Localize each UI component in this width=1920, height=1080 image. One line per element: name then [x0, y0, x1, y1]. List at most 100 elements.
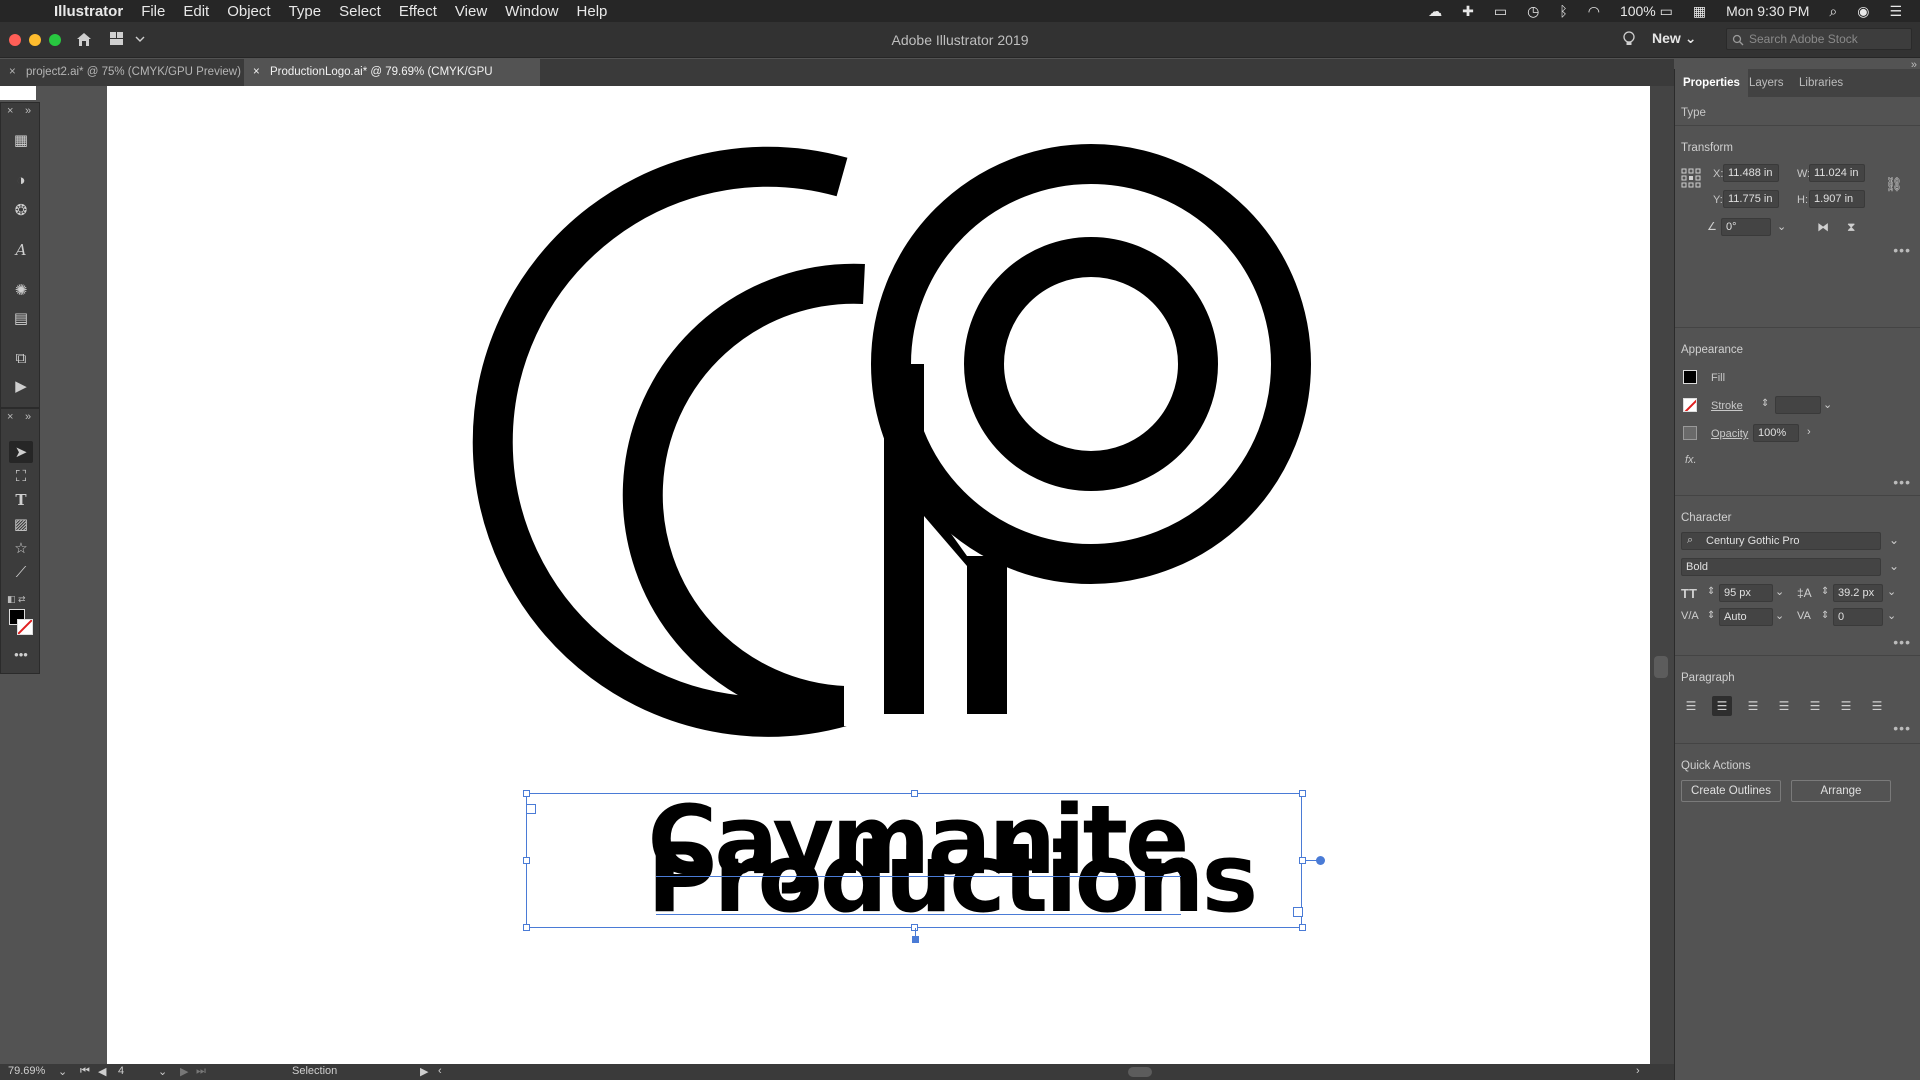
type-tool-icon[interactable]: T — [9, 489, 33, 511]
leading-stepper-icon[interactable]: ⇕ — [1821, 586, 1829, 597]
menu-file[interactable]: File — [141, 3, 165, 20]
font-family-field[interactable]: Century Gothic Pro — [1681, 532, 1881, 550]
chevron-down-icon[interactable]: ⌄ — [1889, 533, 1899, 547]
more-options-icon[interactable]: ••• — [1893, 720, 1911, 736]
align-left-icon[interactable]: ☰ — [1681, 696, 1701, 716]
scroll-right-icon[interactable]: › — [1636, 1065, 1640, 1077]
x-field[interactable]: 11.488 in — [1723, 164, 1779, 182]
constrain-proportions-icon[interactable]: ⛓ — [1885, 176, 1903, 193]
font-size-stepper-icon[interactable]: ⇕ — [1707, 586, 1715, 597]
search-adobe-stock-input[interactable]: Search Adobe Stock — [1726, 28, 1912, 50]
font-size-field[interactable]: 95 px — [1719, 584, 1773, 602]
arrange-button[interactable]: Arrange — [1791, 780, 1891, 802]
gradient-tool-icon[interactable]: ▨ — [9, 513, 33, 535]
reference-point-icon[interactable] — [1681, 168, 1701, 188]
spotlight-search-icon[interactable]: ⌕ — [1829, 3, 1837, 20]
pathfinder-icon[interactable]: ⧉ — [9, 347, 33, 369]
tracking-field[interactable]: 0 — [1833, 608, 1883, 626]
siri-icon[interactable]: ◉ — [1857, 3, 1869, 20]
opacity-label[interactable]: Opacity — [1711, 428, 1748, 440]
lightbulb-icon[interactable] — [1622, 31, 1636, 49]
character-styles-icon[interactable]: A — [9, 239, 33, 261]
resize-handle[interactable] — [523, 790, 530, 797]
chevron-down-icon[interactable]: ⌄ — [1823, 398, 1832, 411]
time-machine-icon[interactable]: ◷ — [1527, 3, 1539, 20]
wifi-icon[interactable]: ◠ — [1588, 3, 1600, 20]
justify-right-icon[interactable]: ☰ — [1836, 696, 1856, 716]
artboard-tool-icon[interactable]: ⛶ — [9, 465, 33, 487]
rotate-angle-field[interactable]: 0° — [1721, 218, 1771, 236]
stroke-swatch[interactable] — [1683, 398, 1697, 412]
creative-cloud-icon[interactable]: ☁ — [1428, 3, 1442, 20]
chevron-down-icon[interactable]: ⌄ — [1775, 609, 1784, 622]
actions-play-icon[interactable]: ▶ — [9, 375, 33, 397]
align-icon[interactable]: ▤ — [9, 307, 33, 329]
menubar-clock[interactable]: Mon 9:30 PM — [1726, 3, 1809, 19]
close-panel-icon[interactable]: × — [7, 411, 13, 423]
kerning-stepper-icon[interactable]: ⇕ — [1707, 610, 1715, 621]
more-options-icon[interactable]: ••• — [1893, 474, 1911, 490]
menu-window[interactable]: Window — [505, 3, 558, 20]
symbols-icon[interactable]: ❂ — [9, 199, 33, 221]
current-tool-status[interactable]: Selection — [292, 1065, 337, 1077]
chevron-down-icon[interactable]: ⌄ — [158, 1065, 167, 1078]
fx-effects-button[interactable]: fx. — [1685, 454, 1697, 466]
tracking-stepper-icon[interactable]: ⇕ — [1821, 610, 1829, 621]
star-tool-icon[interactable]: ☆ — [9, 537, 33, 559]
chevron-down-icon[interactable]: ⌄ — [1889, 559, 1899, 573]
resize-handle[interactable] — [1299, 790, 1306, 797]
tab-productionlogo[interactable]: × ProductionLogo.ai* @ 79.69% (CMYK/GPU … — [244, 59, 540, 105]
collapse-panel-icon[interactable]: » — [1911, 59, 1917, 71]
previous-artboard-icon[interactable]: ◀ — [98, 1065, 106, 1078]
menu-type[interactable]: Type — [289, 3, 322, 20]
artboard-canvas[interactable]: Caymanite Productions — [107, 86, 1650, 1064]
first-artboard-icon[interactable]: ⏮ — [80, 1065, 90, 1078]
menu-view[interactable]: View — [455, 3, 487, 20]
justify-left-icon[interactable]: ☰ — [1774, 696, 1794, 716]
flip-vertical-icon[interactable]: ⧗ — [1847, 220, 1855, 235]
opacity-field[interactable]: 100% — [1753, 424, 1799, 442]
close-tab-icon[interactable]: × — [9, 59, 16, 86]
create-outlines-button[interactable]: Create Outlines — [1681, 780, 1781, 802]
app-menu[interactable]: Illustrator — [54, 3, 123, 20]
stroke-label[interactable]: Stroke — [1711, 400, 1743, 412]
horizontal-scroll-thumb[interactable] — [1128, 1067, 1152, 1077]
drive-icon[interactable]: ▭ — [1494, 3, 1507, 20]
w-field[interactable]: 11.024 in — [1809, 164, 1865, 182]
resize-handle[interactable] — [523, 857, 530, 864]
stroke-stepper-icon[interactable]: ⇕ — [1761, 398, 1769, 409]
chevron-down-icon[interactable]: ⌄ — [1775, 585, 1784, 598]
default-fill-stroke-icon[interactable]: ◧ ⇄ — [7, 589, 35, 604]
font-style-field[interactable]: Bold — [1681, 558, 1881, 576]
collapse-panel-icon[interactable]: » — [25, 411, 31, 423]
justify-center-icon[interactable]: ☰ — [1805, 696, 1825, 716]
align-right-icon[interactable]: ☰ — [1743, 696, 1763, 716]
resize-handle[interactable] — [1299, 924, 1306, 931]
pen-tool-icon[interactable]: ⟋ — [9, 561, 33, 583]
notification-center-icon[interactable]: ☰ — [1889, 3, 1902, 20]
justify-all-icon[interactable]: ☰ — [1867, 696, 1887, 716]
chevron-down-icon[interactable]: ⌄ — [1777, 220, 1786, 233]
rotate-handle[interactable] — [1316, 856, 1325, 865]
chevron-down-icon[interactable]: ⌄ — [1887, 609, 1896, 622]
zoom-level[interactable]: 79.69% — [8, 1065, 45, 1077]
text-out-port[interactable] — [1293, 907, 1303, 917]
stroke-weight-field[interactable] — [1775, 396, 1821, 414]
more-tools-icon[interactable]: ••• — [9, 643, 33, 665]
menu-effect[interactable]: Effect — [399, 3, 437, 20]
menu-help[interactable]: Help — [577, 3, 608, 20]
tab-project2[interactable]: × project2.ai* @ 75% (CMYK/GPU Preview) — [0, 59, 244, 86]
selection-tool-icon[interactable]: ➤ — [9, 441, 33, 463]
chevron-down-icon[interactable]: ⌄ — [58, 1065, 67, 1078]
extension-icon[interactable]: ✚ — [1462, 3, 1474, 20]
close-tab-icon[interactable]: × — [253, 59, 260, 86]
artboards-icon[interactable]: ▦ — [9, 129, 33, 151]
kerning-field[interactable]: Auto — [1719, 608, 1773, 626]
flip-horizontal-icon[interactable]: ⧓ — [1817, 220, 1829, 234]
tab-libraries[interactable]: Libraries — [1799, 69, 1843, 97]
battery-status[interactable]: 100% ▭ — [1620, 3, 1673, 20]
chevron-down-icon[interactable]: ⌄ — [1887, 585, 1896, 598]
vertical-scroll-thumb[interactable] — [1654, 656, 1668, 678]
tab-properties[interactable]: Properties — [1675, 69, 1748, 97]
chevron-right-icon[interactable]: › — [1807, 426, 1811, 438]
